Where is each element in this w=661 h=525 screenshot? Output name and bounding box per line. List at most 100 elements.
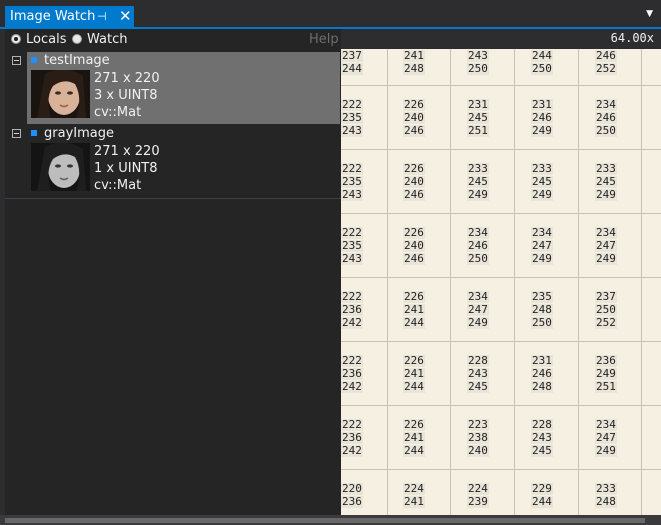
pixel-channel-value: 245 xyxy=(531,444,553,457)
grid-line-horizontal xyxy=(341,277,661,278)
pixel-channel-value: 248 xyxy=(531,303,553,316)
pixel-channel-value: 252 xyxy=(595,62,617,75)
grid-line-horizontal xyxy=(341,213,661,214)
pixel-channel-value: 239 xyxy=(467,495,489,508)
pixel-channel-value: 250 xyxy=(595,303,617,316)
watch-label[interactable]: Watch xyxy=(87,32,127,47)
horizontal-scrollbar[interactable] xyxy=(0,515,661,525)
pixel-channel-value: 249 xyxy=(595,444,617,457)
pixel-channel-value: 244 xyxy=(403,380,425,393)
image-bullet-icon xyxy=(31,130,37,136)
grayimage-thumbnail xyxy=(31,143,90,191)
pixel-channel-value: 246 xyxy=(595,49,617,62)
pixel-channel-value: 250 xyxy=(467,252,489,265)
grid-line-horizontal xyxy=(341,85,661,86)
pixel-channel-value: 249 xyxy=(595,188,617,201)
pixel-channel-value: 222 xyxy=(341,226,363,239)
pixel-channel-value: 249 xyxy=(595,252,617,265)
pixel-channel-value: 241 xyxy=(403,431,425,444)
testimage-thumbnail xyxy=(31,70,90,118)
pixel-channel-value: 220 xyxy=(341,482,363,495)
pixel-channel-value: 247 xyxy=(531,239,553,252)
pixel-channel-value: 250 xyxy=(531,62,553,75)
pixel-channel-value: 247 xyxy=(595,239,617,252)
pixel-channel-value: 241 xyxy=(403,49,425,62)
pixel-channel-value: 241 xyxy=(403,303,425,316)
image-entry-grayimage[interactable]: grayImage 271 x 220 1 x UINT8 cv::Mat xyxy=(5,125,341,197)
pixel-channel-value: 242 xyxy=(341,444,363,457)
grid-line-vertical xyxy=(578,49,579,515)
pixel-channel-value: 243 xyxy=(467,49,489,62)
tab-title: Image Watch xyxy=(10,9,96,24)
image-watch-tab[interactable]: Image Watch ⊣ ✕ xyxy=(5,6,134,28)
pixel-channel-value: 235 xyxy=(341,239,363,252)
locals-label[interactable]: Locals xyxy=(26,32,66,47)
pixel-channel-value: 223 xyxy=(467,418,489,431)
image-format: 1 x UINT8 xyxy=(94,161,158,176)
pixel-channel-value: 235 xyxy=(341,111,363,124)
pixel-viewer[interactable]: 237 244 241 248 243 250 244 250 246 252 222 235 243 2… xyxy=(341,49,661,515)
pixel-channel-value: 234 xyxy=(531,226,553,239)
pixel-channel-value: 241 xyxy=(403,495,425,508)
pixel-channel-value: 249 xyxy=(595,367,617,380)
pixel-channel-value: 240 xyxy=(403,111,425,124)
locals-radio[interactable] xyxy=(11,34,21,44)
grid-line-vertical xyxy=(641,49,642,515)
pixel-channel-value: 243 xyxy=(467,367,489,380)
help-link[interactable]: Help xyxy=(309,32,339,47)
pixel-channel-value: 247 xyxy=(467,303,489,316)
pixel-channel-value: 240 xyxy=(467,444,489,457)
pixel-channel-value: 226 xyxy=(403,226,425,239)
pixel-channel-value: 248 xyxy=(403,62,425,75)
image-name: grayImage xyxy=(44,126,114,141)
pixel-channel-value: 244 xyxy=(341,62,363,75)
pixel-channel-value: 234 xyxy=(467,226,489,239)
pixel-channel-value: 241 xyxy=(403,367,425,380)
pixel-channel-value: 235 xyxy=(341,175,363,188)
pixel-channel-value: 246 xyxy=(403,124,425,137)
pixel-channel-value: 245 xyxy=(531,175,553,188)
pixel-channel-value: 234 xyxy=(467,290,489,303)
pixel-channel-value: 248 xyxy=(595,495,617,508)
pixel-channel-value: 250 xyxy=(595,124,617,137)
pixel-channel-value: 245 xyxy=(467,111,489,124)
collapse-toggle-icon[interactable] xyxy=(12,129,21,138)
pixel-channel-value: 226 xyxy=(403,162,425,175)
image-type: cv::Mat xyxy=(94,105,142,120)
grid-line-horizontal xyxy=(341,469,661,470)
grid-line-vertical xyxy=(387,49,388,515)
zoom-level: 64.00x xyxy=(610,31,654,45)
pixel-channel-value: 236 xyxy=(341,367,363,380)
pixel-channel-value: 234 xyxy=(595,98,617,111)
pixel-channel-value: 236 xyxy=(341,303,363,316)
grid-line-horizontal xyxy=(341,149,661,150)
pixel-channel-value: 240 xyxy=(403,175,425,188)
image-list-panel: Locals Watch Help testImage 271 x 220 3 … xyxy=(5,29,341,515)
pixel-channel-value: 243 xyxy=(341,188,363,201)
image-entry-testimage[interactable]: testImage 271 x 220 3 x UINT8 cv::Mat xyxy=(5,52,341,124)
tool-window-tabbar: Image Watch ⊣ ✕ ▼ xyxy=(0,0,661,29)
pixel-channel-value: 243 xyxy=(341,252,363,265)
image-type: cv::Mat xyxy=(94,178,142,193)
grid-line-horizontal xyxy=(341,341,661,342)
pixel-channel-value: 224 xyxy=(467,482,489,495)
watch-radio[interactable] xyxy=(72,34,82,44)
scrollbar-thumb[interactable] xyxy=(5,518,645,523)
pixel-channel-value: 237 xyxy=(341,49,363,62)
collapse-toggle-icon[interactable] xyxy=(12,56,21,65)
close-icon[interactable]: ✕ xyxy=(119,5,132,27)
pixel-channel-value: 226 xyxy=(403,418,425,431)
pixel-channel-value: 244 xyxy=(403,444,425,457)
grid-line-horizontal xyxy=(341,405,661,406)
pin-icon[interactable]: ⊣ xyxy=(97,6,107,28)
pixel-channel-value: 229 xyxy=(531,482,553,495)
grid-line-vertical xyxy=(450,49,451,515)
pixel-channel-value: 250 xyxy=(531,316,553,329)
window-menu-dropdown-icon[interactable]: ▼ xyxy=(646,9,653,19)
pixel-channel-value: 224 xyxy=(403,482,425,495)
image-format: 3 x UINT8 xyxy=(94,88,158,103)
pixel-channel-value: 236 xyxy=(595,354,617,367)
pixel-channel-value: 235 xyxy=(531,290,553,303)
pixel-channel-value: 240 xyxy=(403,239,425,252)
scope-toolbar: Locals Watch Help xyxy=(5,29,341,51)
